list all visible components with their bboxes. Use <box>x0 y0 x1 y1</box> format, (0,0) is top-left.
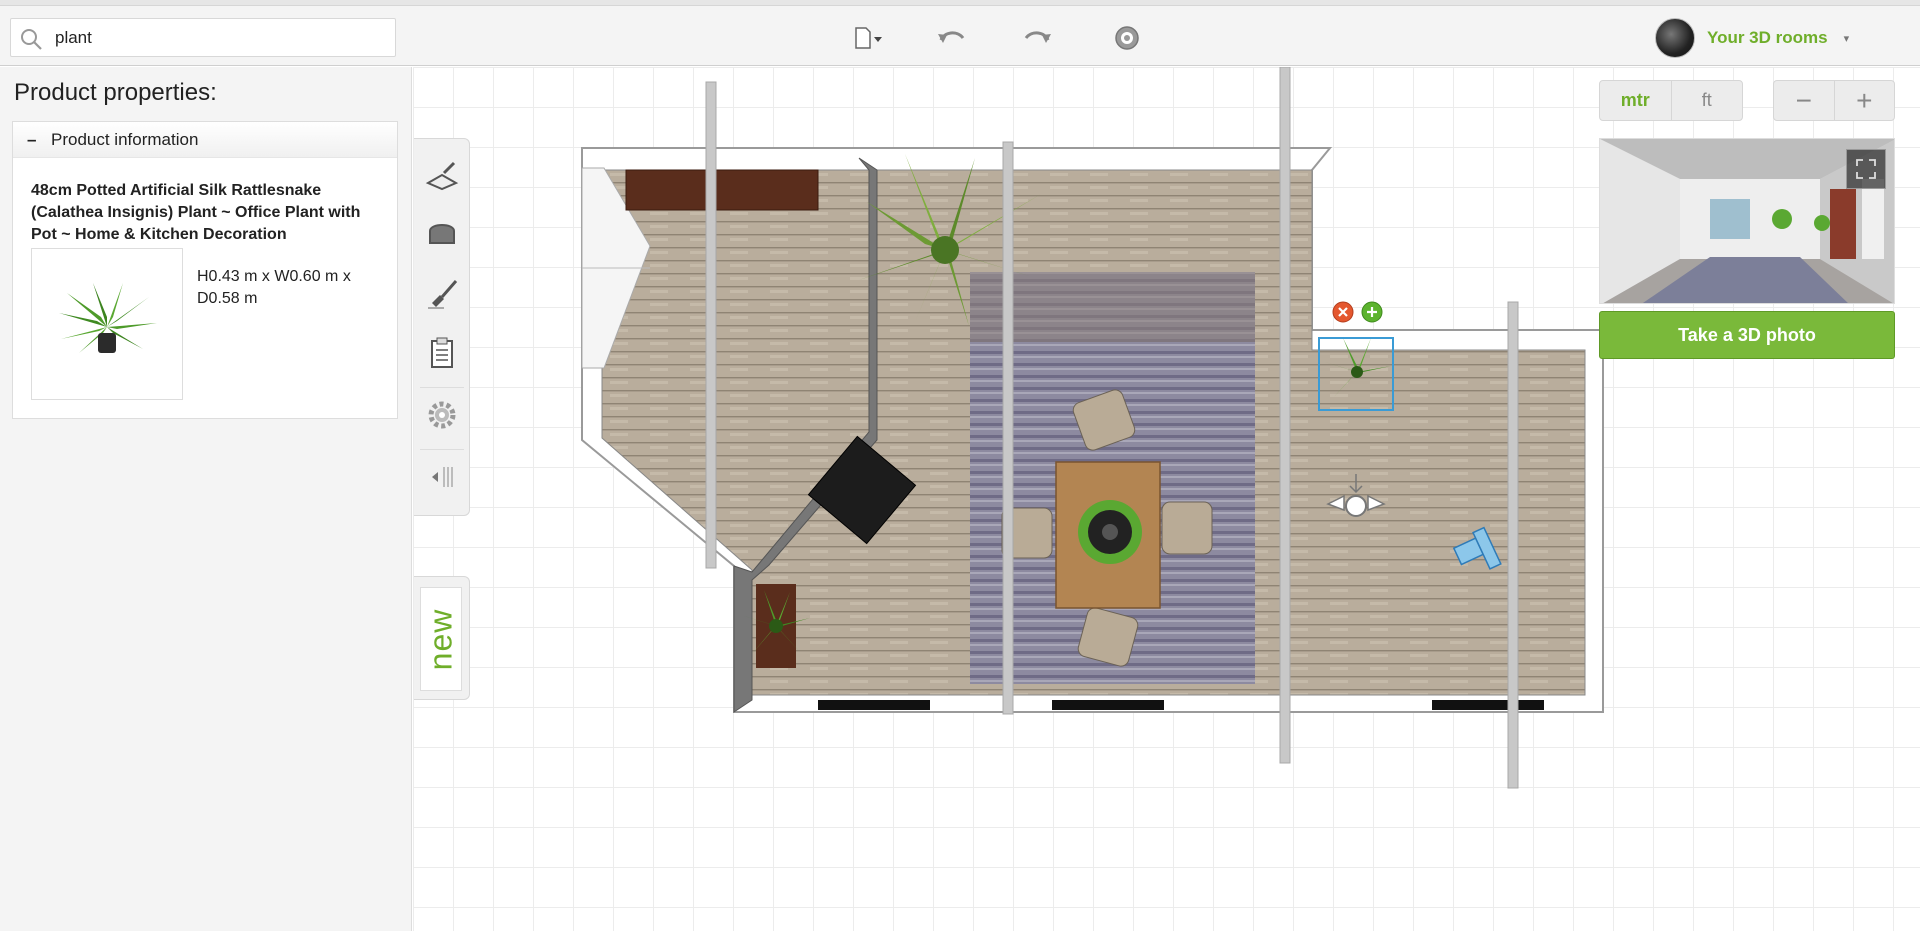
beam <box>1002 141 1014 715</box>
list-tool-button[interactable] <box>424 335 460 371</box>
3d-preview[interactable] <box>1599 138 1895 304</box>
avatar <box>1655 18 1695 58</box>
new-document-button[interactable] <box>852 24 886 52</box>
unit-feet-button[interactable]: ft <box>1672 81 1743 120</box>
unit-toggle[interactable]: mtr ft <box>1599 80 1743 121</box>
add-button[interactable] <box>1361 301 1383 323</box>
divider <box>420 387 464 388</box>
new-tab-label: new <box>422 608 459 670</box>
chevron-down-icon: ▾ <box>1843 32 1850 45</box>
take-3d-photo-button[interactable]: Take a 3D photo <box>1599 311 1895 359</box>
redo-icon <box>1024 31 1051 43</box>
redo-button[interactable] <box>1020 24 1054 52</box>
section-header[interactable]: – Product information <box>13 122 397 158</box>
search-input[interactable] <box>55 25 385 51</box>
table-centerpiece-plant[interactable] <box>1078 500 1142 564</box>
dining-chair[interactable] <box>1161 501 1213 555</box>
settings-gear-icon <box>428 401 456 429</box>
user-menu[interactable]: Your 3D rooms ▾ <box>1655 18 1849 58</box>
beam <box>1279 67 1291 764</box>
settings-button[interactable] <box>424 397 460 433</box>
beam <box>1507 301 1519 789</box>
undo-icon <box>938 31 965 43</box>
zoom-out-button[interactable]: − <box>1774 81 1835 120</box>
paint-brush-icon <box>428 280 458 309</box>
product-thumbnail <box>31 248 183 400</box>
armchair-icon <box>429 224 455 244</box>
help-button[interactable] <box>1110 24 1144 52</box>
product-dimensions: H0.43 m x W0.60 m x D0.58 m <box>197 268 351 307</box>
product-information-section: – Product information 48cm Potted Artifi… <box>12 121 398 419</box>
new-tab-inner: new <box>420 587 462 691</box>
unit-metric-button[interactable]: mtr <box>1600 81 1672 120</box>
clipboard-icon <box>431 337 453 368</box>
top-toolbar: Your 3D rooms ▾ <box>0 0 1920 66</box>
expand-preview-button[interactable] <box>1846 149 1886 189</box>
search-icon <box>21 29 42 50</box>
product-name: 48cm Potted Artificial Silk Rattlesnake … <box>31 182 361 243</box>
divider <box>420 449 464 450</box>
window <box>1432 700 1544 710</box>
delete-button[interactable] <box>1332 301 1354 323</box>
zoom-in-button[interactable]: + <box>1835 81 1895 120</box>
sideboard[interactable] <box>625 169 819 211</box>
window-top-border <box>0 0 1920 6</box>
section-title: Product information <box>51 129 199 149</box>
new-document-icon <box>855 27 882 49</box>
new-products-tab[interactable]: new <box>414 576 470 700</box>
undo-button[interactable] <box>935 24 969 52</box>
paint-tool-button[interactable] <box>424 275 460 311</box>
build-tool-button[interactable] <box>424 157 460 193</box>
collapse-icon[interactable]: – <box>27 130 51 150</box>
beam <box>705 81 717 569</box>
help-icon <box>1115 26 1139 50</box>
wall-trowel-icon <box>425 161 459 191</box>
collapse-panel-icon <box>432 467 453 487</box>
search-box[interactable] <box>10 18 396 57</box>
plant-thumbnail-icon <box>59 283 157 353</box>
user-menu-label: Your 3D rooms <box>1707 28 1828 47</box>
zoom-controls: − + <box>1773 80 1895 121</box>
furniture-tool-button[interactable] <box>424 215 460 251</box>
window <box>818 700 930 710</box>
side-tool-strip <box>414 138 470 516</box>
window <box>1052 700 1164 710</box>
product-properties-panel: Product properties: – Product informatio… <box>0 67 412 931</box>
expand-icon <box>1856 159 1876 179</box>
collapse-panel-button[interactable] <box>424 459 460 495</box>
panel-title: Product properties: <box>14 79 217 106</box>
